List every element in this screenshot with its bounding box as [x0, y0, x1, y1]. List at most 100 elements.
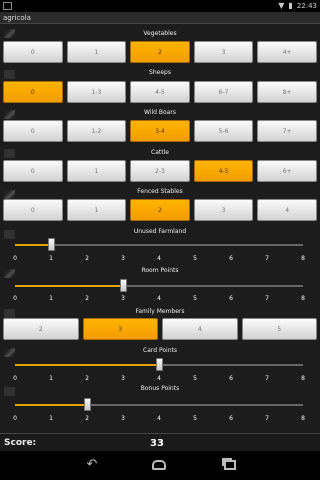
fenced-stables-label: Fenced Stables: [137, 188, 183, 195]
tick-label: 0: [13, 295, 17, 302]
tick-label: 4: [157, 295, 161, 302]
unused-farmland-tick-labels: 0 1 2 3 4 5 6 7 8: [13, 255, 305, 263]
tick-label: 8: [301, 295, 305, 302]
tick-label: 0: [13, 255, 17, 262]
tick-label: 6: [229, 375, 233, 382]
cattle-label: Cattle: [151, 149, 169, 156]
vegetables-option-button[interactable]: 2: [130, 41, 190, 63]
slider-fill: [15, 364, 159, 366]
room-points-slider[interactable]: [15, 279, 303, 292]
fenced-stables-button-group: 01234: [3, 199, 317, 221]
tick-label: 5: [193, 295, 197, 302]
fenced-stables-option-button[interactable]: 1: [66, 199, 127, 221]
tick-label: 3: [121, 255, 125, 262]
slider-fill: [15, 244, 51, 246]
sheeps-option-button[interactable]: 1-3: [66, 81, 127, 103]
tick-label: 7: [265, 375, 269, 382]
family-members-option-button[interactable]: 5: [241, 318, 317, 340]
sheeps-option-button[interactable]: 0: [3, 81, 63, 103]
wild-boars-option-button[interactable]: 1-2: [66, 120, 127, 142]
vegetables-option-button[interactable]: 4+: [257, 41, 317, 63]
room-points-label: Room Points: [141, 267, 179, 274]
family-members-button-group: 2345: [3, 318, 317, 340]
bonus-points-tick-labels: 0 1 2 3 4 5 6 7 8: [13, 415, 305, 423]
wild-boars-option-button[interactable]: 0: [3, 120, 63, 142]
navigation-bar: ↶: [0, 451, 320, 480]
bonus-points-slider[interactable]: [15, 398, 303, 411]
vegetables-label: Vegetables: [143, 30, 177, 37]
family-members-option-button[interactable]: 3: [82, 318, 158, 340]
tick-label: 6: [229, 295, 233, 302]
tick-label: 0: [13, 415, 17, 422]
family-members-option-button[interactable]: 4: [162, 318, 238, 340]
sheeps-button-group: 0 1-3 4-5 6-7 8+: [3, 81, 317, 103]
sheeps-option-button[interactable]: 4-5: [130, 81, 190, 103]
home-icon[interactable]: [147, 456, 171, 474]
tick-label: 6: [229, 415, 233, 422]
bonus-points-label: Bonus Points: [140, 385, 180, 392]
unused-farmland-slider[interactable]: [15, 238, 303, 251]
cattle-option-button[interactable]: 2-3: [130, 160, 190, 182]
vegetables-option-button[interactable]: 0: [3, 41, 63, 63]
tick-label: 2: [85, 295, 89, 302]
tick-label: 2: [85, 375, 89, 382]
fenced-stables-option-button[interactable]: 0: [3, 199, 63, 221]
sheeps-option-button[interactable]: 8+: [257, 81, 317, 103]
wild-boars-option-button[interactable]: 3-4: [130, 120, 190, 142]
tick-label: 5: [193, 415, 197, 422]
score-form: Vegetables 0 1 2 3 4+ Sheeps 0 1-3 4-5 6-7 8+ Wild B…: [0, 25, 320, 433]
back-arrow-icon[interactable]: ↶: [80, 456, 104, 474]
fenced-stables-option-button[interactable]: 4: [257, 199, 317, 221]
card-points-label: Card Points: [143, 347, 177, 354]
tick-label: 8: [301, 255, 305, 262]
status-time: 22:43: [296, 2, 317, 10]
card-points-slider[interactable]: [15, 358, 303, 371]
cattle-option-button[interactable]: 0: [3, 160, 63, 182]
slider-thumb[interactable]: [84, 398, 91, 411]
tick-label: 7: [265, 295, 269, 302]
tick-label: 0: [13, 375, 17, 382]
tick-label: 5: [193, 375, 197, 382]
tick-label: 7: [265, 255, 269, 262]
tick-label: 5: [193, 255, 197, 262]
vegetables-button-group: 0 1 2 3 4+: [3, 41, 317, 63]
tick-label: 8: [301, 415, 305, 422]
slider-thumb[interactable]: [120, 279, 127, 292]
tick-label: 2: [85, 255, 89, 262]
app-title-bar: agricola: [0, 12, 320, 24]
vegetables-option-button[interactable]: 3: [193, 41, 254, 63]
tick-label: 8: [301, 375, 305, 382]
wild-boars-option-button[interactable]: 7+: [257, 120, 317, 142]
cattle-option-button[interactable]: 6+: [257, 160, 317, 182]
sheeps-option-button[interactable]: 6-7: [193, 81, 254, 103]
tick-label: 1: [49, 295, 53, 302]
fenced-stables-option-button[interactable]: 3: [193, 199, 254, 221]
slider-fill: [15, 404, 87, 406]
wild-boars-option-button[interactable]: 5-6: [193, 120, 254, 142]
slider-fill: [15, 285, 123, 287]
cattle-option-button[interactable]: 4-5: [193, 160, 254, 182]
card-points-tick-labels: 0 1 2 3 4 5 6 7 8: [13, 375, 305, 383]
family-members-label: Family Members: [135, 308, 185, 315]
sheeps-label: Sheeps: [149, 69, 171, 76]
fenced-stables-option-button[interactable]: 2: [130, 199, 190, 221]
tick-label: 3: [121, 295, 125, 302]
vegetables-option-button[interactable]: 1: [66, 41, 127, 63]
tick-label: 2: [85, 415, 89, 422]
wild-boars-button-group: 0 1-2 3-4 5-6 7+: [3, 120, 317, 142]
status-bar: ▼ ▮ 22:43: [0, 0, 320, 12]
slider-thumb[interactable]: [156, 358, 163, 371]
slider-thumb[interactable]: [48, 238, 55, 251]
slider-track: [15, 244, 303, 246]
family-members-option-button[interactable]: 2: [3, 318, 79, 340]
tick-label: 3: [121, 415, 125, 422]
notification-icon: [3, 2, 12, 10]
cattle-option-button[interactable]: 1: [66, 160, 127, 182]
cattle-button-group: 0 1 2-3 4-5 6+: [3, 160, 317, 182]
recent-apps-icon[interactable]: [218, 456, 242, 474]
battery-icon: ▮: [288, 1, 293, 10]
tick-label: 4: [157, 255, 161, 262]
unused-farmland-label: Unused Farmland: [133, 228, 187, 235]
tick-label: 3: [121, 375, 125, 382]
app-title: agricola: [3, 14, 31, 22]
